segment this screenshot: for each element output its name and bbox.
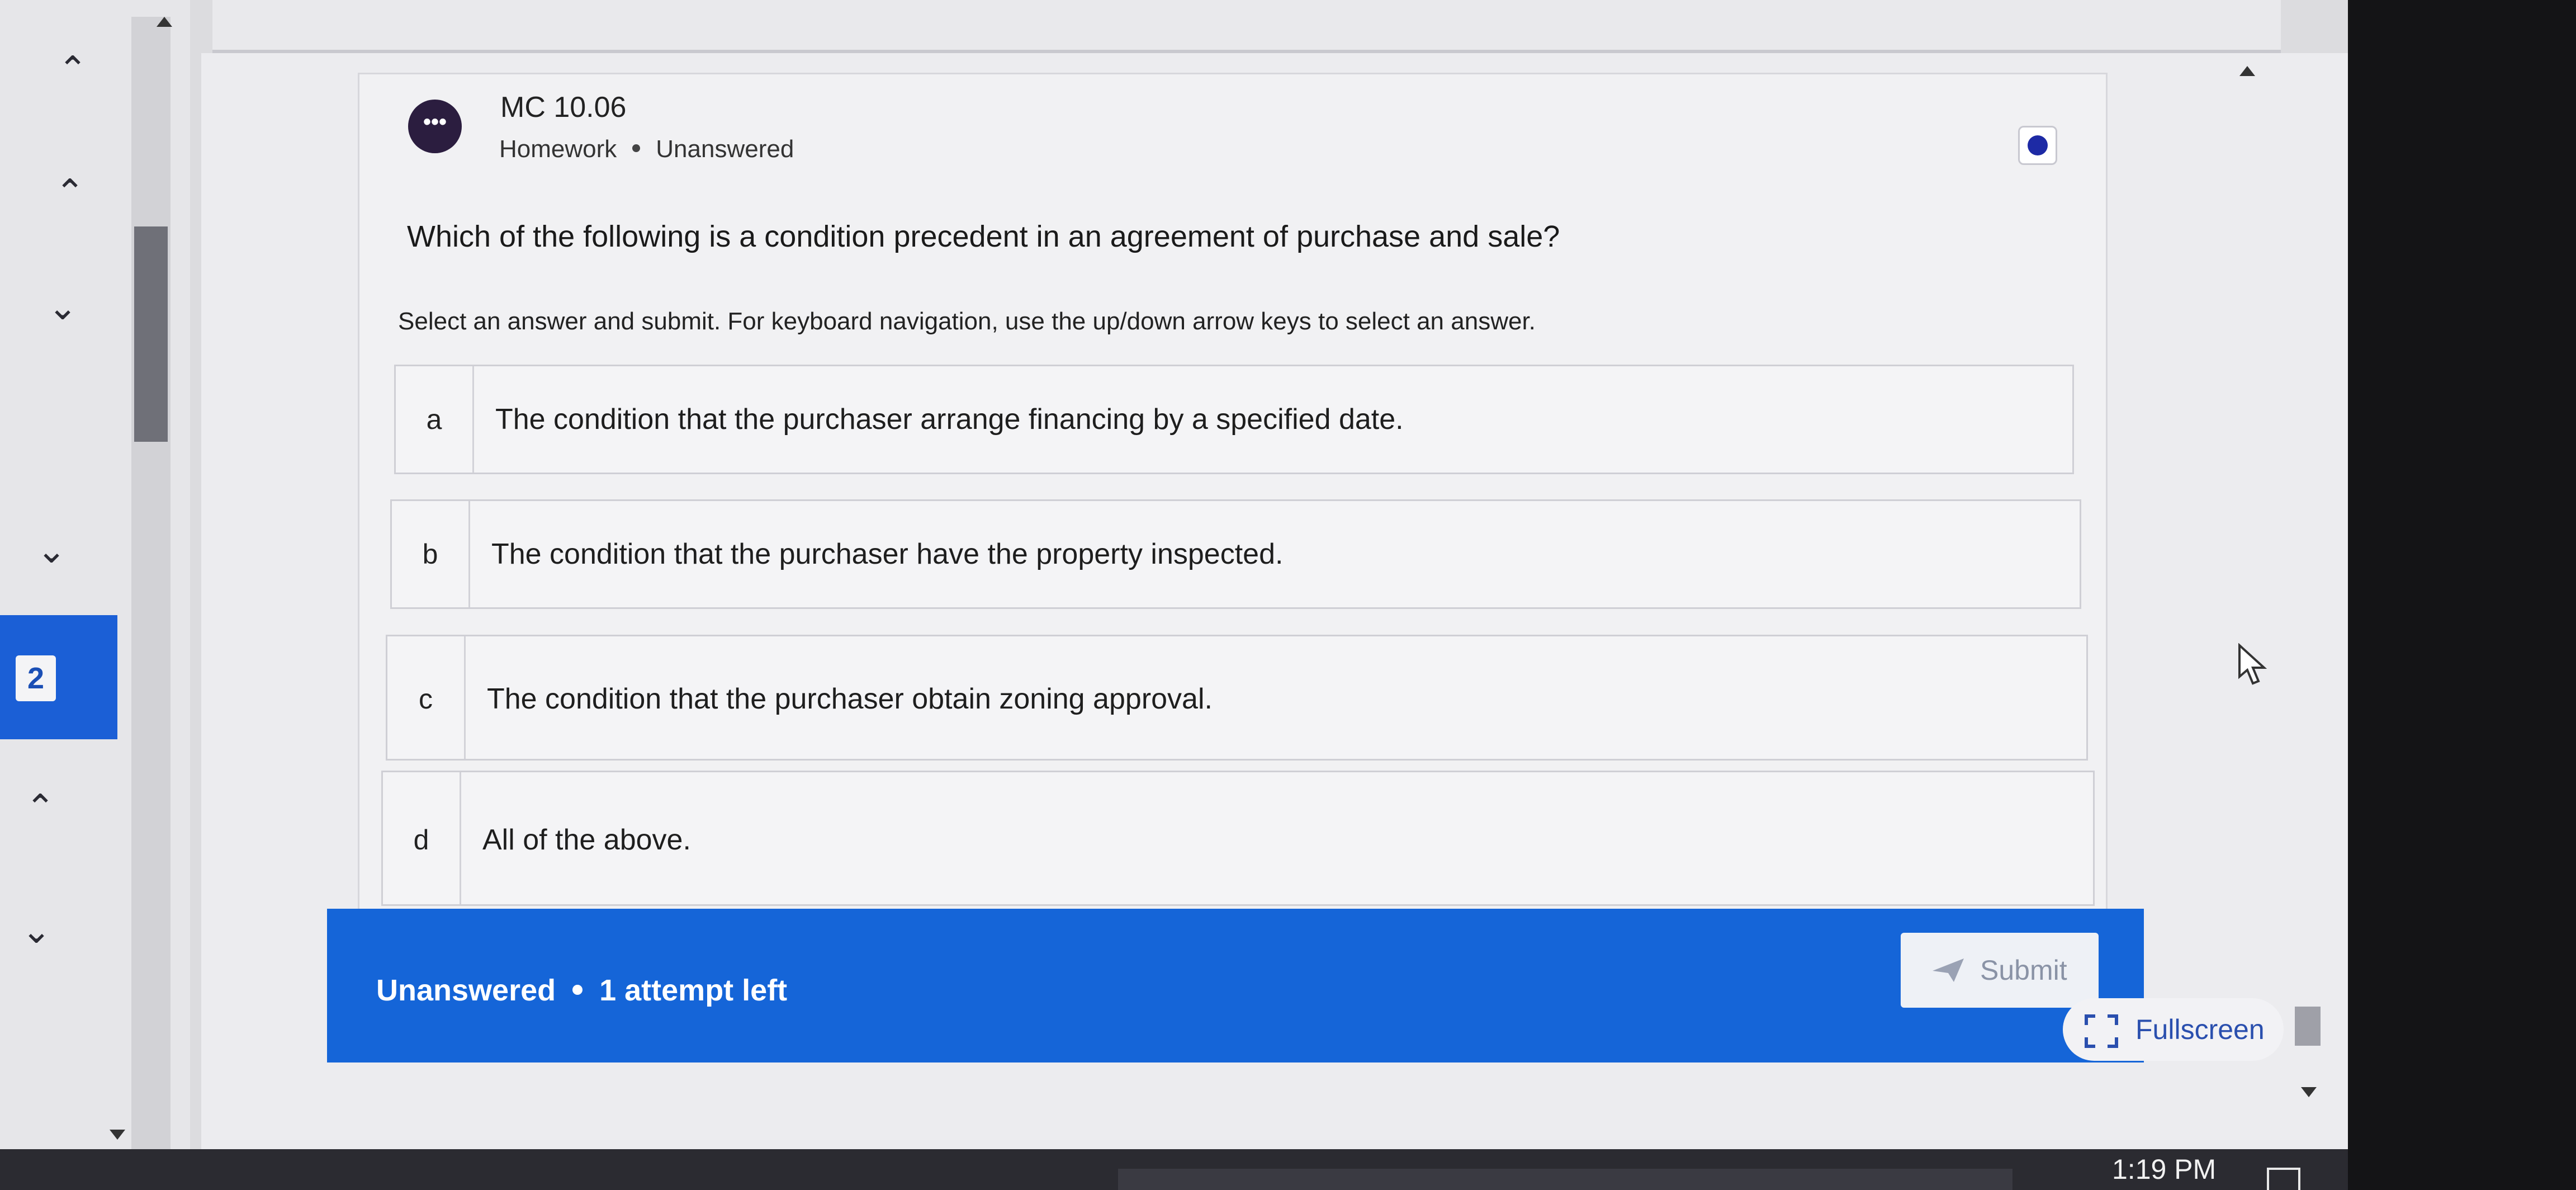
- chevron-down-icon[interactable]: ⌄: [35, 533, 68, 569]
- chevron-down-icon[interactable]: ⌄: [46, 290, 79, 325]
- chevron-up-icon[interactable]: ⌃: [56, 52, 89, 88]
- scroll-up-arrow-icon[interactable]: [157, 17, 172, 27]
- option-letter: d: [383, 772, 461, 904]
- rail-scrollbar-track[interactable]: [131, 17, 171, 1163]
- question-text: Which of the following is a condition pr…: [407, 220, 1560, 253]
- attempts-left: 1 attempt left: [599, 974, 788, 1007]
- question-meta: Homework Unanswered: [499, 135, 794, 163]
- answer-option-a[interactable]: a The condition that the purchaser arran…: [394, 365, 2074, 474]
- question-instructions: Select an answer and submit. For keyboar…: [398, 308, 1536, 335]
- fullscreen-icon: [2085, 1014, 2118, 1048]
- option-text: The condition that the purchaser arrange…: [495, 403, 1404, 436]
- scroll-up-arrow-icon[interactable]: [2239, 66, 2255, 76]
- notification-icon[interactable]: [2267, 1168, 2300, 1190]
- submit-button[interactable]: Submit: [1901, 933, 2099, 1008]
- option-text: The condition that the purchaser obtain …: [487, 683, 1213, 715]
- taskbar-clock[interactable]: 1:19 PM: [2112, 1149, 2216, 1190]
- question-type: Homework: [499, 135, 617, 163]
- fullscreen-label: Fullscreen: [2135, 1014, 2265, 1045]
- option-letter: b: [392, 501, 470, 607]
- footer-status: Unanswered 1 attempt left: [376, 973, 787, 1008]
- send-icon: [1933, 958, 1964, 982]
- question-number-badge[interactable]: 2: [16, 655, 56, 701]
- chevron-down-icon[interactable]: ⌄: [20, 913, 53, 949]
- scroll-down-arrow-icon[interactable]: [2301, 1087, 2317, 1097]
- option-text: All of the above.: [482, 824, 691, 856]
- answer-option-b[interactable]: b The condition that the purchaser have …: [390, 499, 2081, 609]
- footer-status-text: Unanswered: [376, 974, 556, 1007]
- option-letter: c: [387, 636, 466, 759]
- taskbar-segment: [1118, 1169, 2012, 1190]
- chevron-up-icon[interactable]: ⌃: [23, 790, 57, 826]
- fullscreen-button[interactable]: Fullscreen: [2063, 998, 2284, 1061]
- option-text: The condition that the purchaser have th…: [491, 538, 1284, 570]
- question-avatar: •••: [408, 100, 462, 153]
- chevron-up-icon[interactable]: ⌃: [53, 175, 87, 211]
- scrollbar-corner: [2295, 1007, 2321, 1046]
- answer-option-d[interactable]: d All of the above.: [381, 771, 2095, 906]
- question-status: Unanswered: [656, 135, 794, 163]
- top-header-strip: [212, 0, 2281, 53]
- monitor-bezel: [2348, 0, 2576, 1190]
- rail-scrollbar-thumb[interactable]: [134, 226, 168, 442]
- scroll-down-arrow-icon[interactable]: [110, 1130, 125, 1140]
- option-letter: a: [396, 366, 474, 473]
- bookmark-icon: [2028, 135, 2048, 155]
- separator-dot: [572, 984, 583, 995]
- question-id: MC 10.06: [500, 91, 627, 124]
- answer-option-c[interactable]: c The condition that the purchaser obtai…: [386, 635, 2088, 761]
- mouse-cursor-icon: [2238, 643, 2267, 685]
- separator-dot: [632, 144, 641, 153]
- submit-label: Submit: [1980, 955, 2067, 986]
